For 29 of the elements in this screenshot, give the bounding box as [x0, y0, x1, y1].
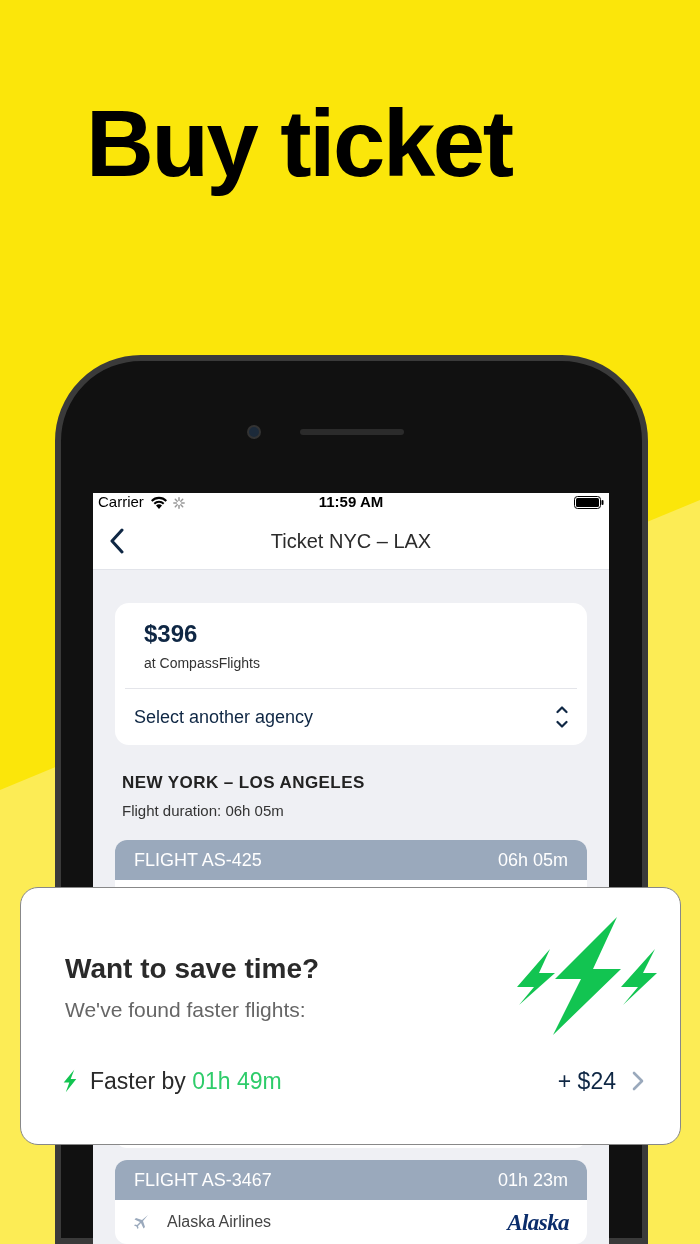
plane-icon — [133, 1214, 149, 1230]
wifi-icon — [149, 496, 168, 509]
faster-by-text: Faster by 01h 49m — [90, 1067, 282, 1096]
price-difference: + $24 — [557, 1067, 616, 1096]
nav-title: Ticket NYC – LAX — [270, 528, 432, 554]
carrier-label: Carrier — [98, 493, 144, 513]
lightning-bolts-icon — [517, 917, 657, 1035]
lightning-icon — [63, 1069, 77, 1094]
spinner-icon — [172, 496, 185, 509]
flight-duration: 01h 23m — [497, 1168, 568, 1192]
route-duration: Flight duration: 06h 05m — [121, 800, 285, 821]
up-down-chevron-icon — [556, 705, 568, 729]
route-title: NEW YORK – LOS ANGELES — [121, 772, 366, 794]
flight-duration: 06h 05m — [497, 848, 568, 872]
price: $396 — [144, 619, 199, 649]
flight-number: FLIGHT AS-3467 — [134, 1168, 272, 1192]
headline: Buy ticket — [86, 92, 512, 196]
popup-title: Want to save time? — [65, 952, 320, 986]
faster-flights-popup[interactable]: Want to save time? We've found faster flights: Faster by 01h 49m + $24 — [20, 887, 681, 1145]
airline-logo: Alaska — [507, 1210, 569, 1234]
agency-label: at CompassFlights — [144, 654, 261, 673]
agency-select[interactable]: Select another agency — [115, 689, 587, 745]
camera-icon — [247, 425, 261, 439]
popup-subtitle: We've found faster flights: — [65, 997, 306, 1023]
battery-icon — [574, 496, 604, 509]
status-time: 11:59 AM — [318, 493, 384, 513]
airline-name: Alaska Airlines — [167, 1212, 272, 1232]
flight-number: FLIGHT AS-425 — [134, 848, 262, 872]
back-icon[interactable] — [109, 527, 125, 554]
